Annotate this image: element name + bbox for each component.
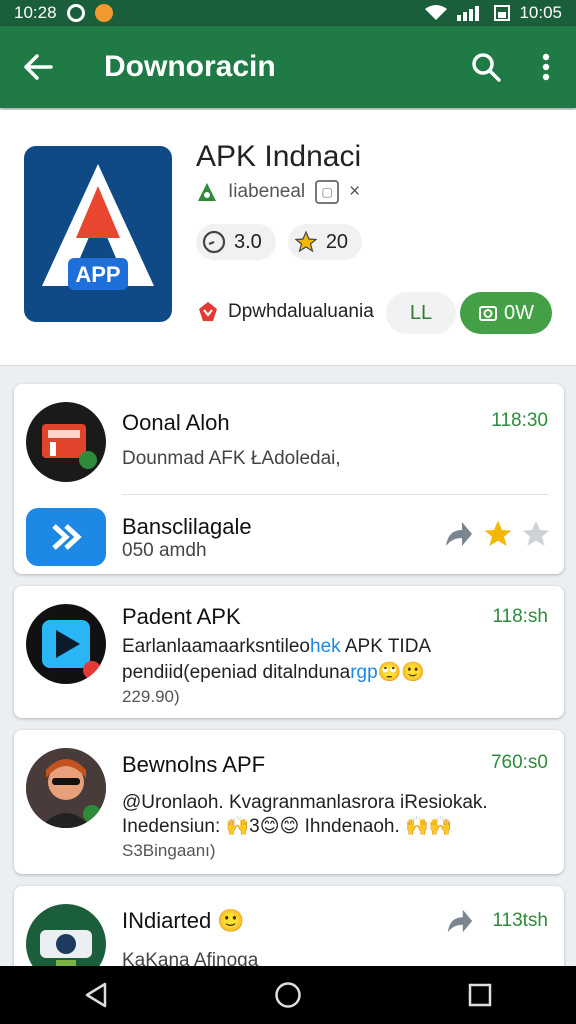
triangle-back-icon xyxy=(85,982,107,1008)
square-recents-icon xyxy=(468,983,492,1007)
install-button[interactable]: 0W xyxy=(460,292,552,334)
app-thumb xyxy=(26,508,106,566)
item-subtitle: Dounmad AFK ŁAdoledai, xyxy=(122,448,341,469)
nav-recents-button[interactable] xyxy=(440,966,520,1024)
clock-icon xyxy=(202,230,226,254)
avatar xyxy=(26,604,106,684)
developer-row: Iiabeneal ▢ × xyxy=(196,180,360,204)
app-logo-icon: APP xyxy=(42,164,154,290)
play-store-icon xyxy=(42,620,101,679)
list-item[interactable]: Oonal Aloh Dounmad AFK ŁAdoledai, 118:30 xyxy=(14,384,564,492)
app-bar-title: Downoracin xyxy=(104,50,276,83)
avatar xyxy=(26,748,106,828)
download-label: Dpwhdalualuania xyxy=(196,300,374,324)
sync-icon xyxy=(66,4,85,22)
back-button[interactable] xyxy=(0,26,76,108)
shield-icon xyxy=(199,302,217,321)
circle-home-icon xyxy=(275,982,301,1008)
status-time-right: 10:05 xyxy=(519,3,562,22)
feed-card-3[interactable]: Bewnolns APF 760:s0 @Uronlaoh. Kvagranma… xyxy=(14,730,564,874)
presentation-icon xyxy=(42,424,97,469)
search-icon xyxy=(472,53,501,82)
item-title: INdiarted 🙂 xyxy=(122,908,245,933)
app-header-card: APP APK Indnaci Iiabeneal ▢ × 3.0 20 Dpw… xyxy=(0,110,576,366)
stats-row: 3.0 20 xyxy=(196,224,363,260)
feed-card-1[interactable]: Oonal Aloh Dounmad AFK ŁAdoledai, 118:30… xyxy=(14,384,564,574)
star-empty-icon[interactable] xyxy=(520,518,552,550)
signal-icon xyxy=(457,6,480,21)
item-line-1: Earlanlaamaarksntileohek APK TIDA xyxy=(122,634,431,660)
line-2-emoji: 🙄🙂 xyxy=(377,662,425,683)
divider xyxy=(122,494,548,495)
star-filled-icon[interactable] xyxy=(482,518,514,550)
item-title: Padent APK xyxy=(122,604,241,629)
camera-icon xyxy=(479,306,497,321)
item-line-3: S3Bingaanı) xyxy=(122,841,216,860)
item-time: 118:sh xyxy=(492,606,548,627)
rating-value: 3.0 xyxy=(234,230,262,253)
code-icon xyxy=(52,524,82,550)
stars-pill: 20 xyxy=(287,224,363,260)
app-bar: Downoracin xyxy=(0,26,576,108)
star-icon xyxy=(294,230,318,253)
item-title: Oonal Aloh xyxy=(122,410,230,435)
list-item[interactable]: Bansclilagale 050 amdh xyxy=(14,496,564,574)
avatar xyxy=(26,402,106,482)
app-name: APK Indnaci xyxy=(196,140,362,173)
nav-back-button[interactable] xyxy=(56,966,136,1024)
item-title: Bansclilagale xyxy=(122,514,252,539)
status-bar: 10:28 10:05 xyxy=(0,0,576,26)
item-time: 760:s0 xyxy=(490,752,548,773)
share-icon[interactable] xyxy=(442,518,474,550)
person-photo-icon xyxy=(26,748,106,828)
line-2-text: pendiid(epeniad ditalnduna xyxy=(122,662,351,683)
share-icon[interactable] xyxy=(444,906,474,936)
line-1-text: Earlanlaamaarksntileo xyxy=(122,636,310,657)
search-button[interactable] xyxy=(456,26,516,108)
line-2-link[interactable]: rgp xyxy=(350,662,377,683)
arrow-left-icon xyxy=(24,54,53,80)
rating-pill: 3.0 xyxy=(196,224,276,260)
navigation-bar xyxy=(0,966,576,1024)
developer-badge: × xyxy=(349,181,361,202)
action-row: Dpwhdalualuania LL 0W xyxy=(196,290,556,334)
install-button-label: 0W xyxy=(504,301,534,324)
item-line-1: @Uronlaoh. Kvagranmanlasrora iResiokak. xyxy=(122,792,488,813)
item-time: 113tsh xyxy=(492,910,548,931)
line-1-text-end: APK TIDA xyxy=(340,636,432,657)
item-line-3: 229.90) xyxy=(122,687,180,706)
secondary-button[interactable]: LL xyxy=(386,292,456,334)
stars-value: 20 xyxy=(325,230,349,253)
download-label-text: Dpwhdalualuania xyxy=(228,301,374,322)
more-options-button[interactable] xyxy=(516,26,576,108)
notification-icon xyxy=(94,4,113,22)
verified-badge-icon: ▢ xyxy=(315,180,340,204)
more-vert-icon xyxy=(542,53,550,81)
status-time-left: 10:28 xyxy=(14,3,57,22)
app-icon-text: APP xyxy=(75,262,120,287)
item-line-2: Inedensiun: 🙌3😊😊 Ihndenaoh. 🙌🙌 xyxy=(122,816,453,837)
developer-name[interactable]: Iiabeneal xyxy=(228,181,305,203)
item-line-2: pendiid(epeniad ditalndunargp🙄🙂 xyxy=(122,660,425,686)
developer-icon xyxy=(198,183,216,201)
battery-icon xyxy=(494,5,511,21)
app-icon: APP xyxy=(24,146,172,322)
item-time: 118:30 xyxy=(491,410,548,431)
item-subtitle: 050 amdh xyxy=(122,540,207,561)
item-title: Bewnolns APF xyxy=(122,752,266,777)
line-1-link[interactable]: hek xyxy=(310,636,341,657)
nav-home-button[interactable] xyxy=(248,966,328,1024)
wifi-icon xyxy=(425,5,448,20)
feed-card-2[interactable]: Padent APK 118:sh Earlanlaamaarksntileoh… xyxy=(14,586,564,718)
